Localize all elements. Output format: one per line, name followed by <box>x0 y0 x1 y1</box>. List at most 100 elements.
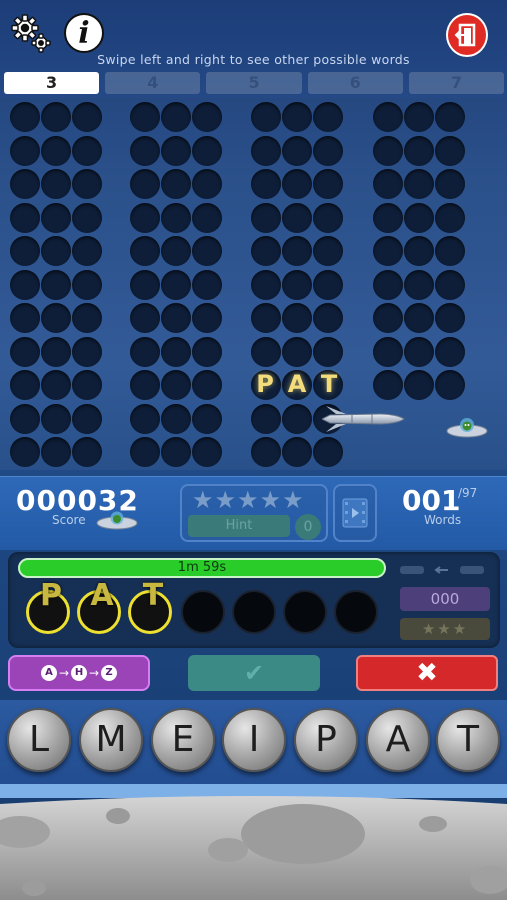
tab-4-letters[interactable]: 4 <box>105 72 201 94</box>
letter-hole <box>10 437 40 467</box>
info-icon: i <box>64 13 104 53</box>
letter-hole <box>251 403 281 434</box>
letter-hole <box>251 169 281 199</box>
tab-6-letters[interactable]: 6 <box>307 72 403 94</box>
letter-hole <box>282 202 312 233</box>
sort-letter: Z <box>101 665 118 681</box>
answer-slot[interactable] <box>232 590 276 634</box>
letter-hole <box>72 269 102 300</box>
letter-hole <box>161 437 191 467</box>
letter-hole <box>130 169 160 199</box>
letter-hole <box>41 202 71 233</box>
letter-tile[interactable]: I <box>222 708 286 772</box>
letter-tile[interactable]: P <box>294 708 358 772</box>
letter-hole <box>404 102 434 132</box>
answer-slot[interactable] <box>181 590 225 634</box>
letter-hole <box>404 169 434 199</box>
letter-hole <box>313 437 343 467</box>
letter-hole <box>161 370 191 400</box>
letter-hole <box>373 202 403 233</box>
letter-hole <box>251 102 281 132</box>
bonus-value: 000 <box>400 587 490 611</box>
letter-hole <box>282 135 312 166</box>
letter-hole <box>130 336 160 367</box>
flying-letter: T <box>320 370 338 398</box>
sort-letters-button[interactable]: A → H → Z <box>8 655 150 691</box>
letter-hole <box>161 269 191 300</box>
letter-hole <box>192 169 222 199</box>
letter-hole <box>192 236 222 266</box>
letter-hole <box>373 102 403 132</box>
letter-hole <box>41 135 71 166</box>
letter-hole <box>404 303 434 333</box>
info-button[interactable]: i <box>63 12 105 54</box>
confirm-word-button[interactable]: ✔ <box>188 655 320 691</box>
letter-hole <box>72 370 102 400</box>
tab-3-letters[interactable]: 3 <box>4 72 100 94</box>
arrow-right-icon: → <box>58 666 69 680</box>
letter-hole <box>161 102 191 132</box>
letter-hole <box>41 269 71 300</box>
letter-hole <box>10 169 40 199</box>
letter-tile[interactable]: E <box>151 708 215 772</box>
letter-hole <box>41 336 71 367</box>
answer-slot[interactable] <box>283 590 327 634</box>
film-play-icon <box>342 498 368 528</box>
letter-hole <box>41 102 71 132</box>
bonus-stars: ★★★ <box>400 618 490 640</box>
clear-word-button[interactable]: ✖ <box>356 655 498 691</box>
letter-hole <box>251 437 281 467</box>
tab-5-letters[interactable]: 5 <box>206 72 302 94</box>
letter-hole <box>435 236 465 266</box>
tab-7-letters[interactable]: 7 <box>408 72 505 94</box>
letter-hole <box>72 202 102 233</box>
answer-slot[interactable] <box>334 590 378 634</box>
letter-hole <box>313 336 343 367</box>
video-reward-button[interactable] <box>333 484 377 542</box>
letter-tile[interactable]: M <box>79 708 143 772</box>
letter-hole <box>10 202 40 233</box>
letter-hole <box>251 269 281 300</box>
letter-hole <box>72 102 102 132</box>
letter-hole <box>130 303 160 333</box>
letter-hole <box>373 169 403 199</box>
letter-hole <box>313 102 343 132</box>
rating-stars: ★★★★★ <box>192 486 305 514</box>
letter-hole <box>435 370 465 400</box>
letter-hole <box>373 303 403 333</box>
exit-button[interactable] <box>446 13 488 57</box>
letter-hole <box>404 202 434 233</box>
letter-hole <box>192 403 222 434</box>
found-words-grid <box>0 98 507 470</box>
letter-hole <box>161 403 191 434</box>
ufo-icon <box>446 414 488 442</box>
letter-hole <box>192 102 222 132</box>
letter-hole <box>373 370 403 400</box>
letter-hole <box>404 370 434 400</box>
letter-tile[interactable]: T <box>436 708 500 772</box>
letter-hole <box>161 336 191 367</box>
letter-hole <box>373 135 403 166</box>
bonus-indicator <box>400 561 488 574</box>
letter-hole <box>313 169 343 199</box>
letter-hole <box>10 236 40 266</box>
letter-hole <box>435 269 465 300</box>
letter-hole <box>10 135 40 166</box>
letter-hole <box>161 303 191 333</box>
letter-hole <box>130 269 160 300</box>
gear-icon[interactable] <box>10 12 52 54</box>
letter-hole <box>130 403 160 434</box>
letter-tile[interactable]: A <box>366 708 430 772</box>
timer-bar: 1m 59s <box>18 558 386 578</box>
letter-hole <box>41 303 71 333</box>
letter-hole <box>130 370 160 400</box>
letter-hole <box>251 236 281 266</box>
letter-hole <box>251 303 281 333</box>
letter-hole <box>313 236 343 266</box>
letter-hole <box>72 403 102 434</box>
hint-button[interactable]: Hint <box>188 515 290 537</box>
letter-hole <box>192 269 222 300</box>
letter-tile[interactable]: L <box>7 708 71 772</box>
letter-hole <box>404 336 434 367</box>
letter-hole <box>10 370 40 400</box>
